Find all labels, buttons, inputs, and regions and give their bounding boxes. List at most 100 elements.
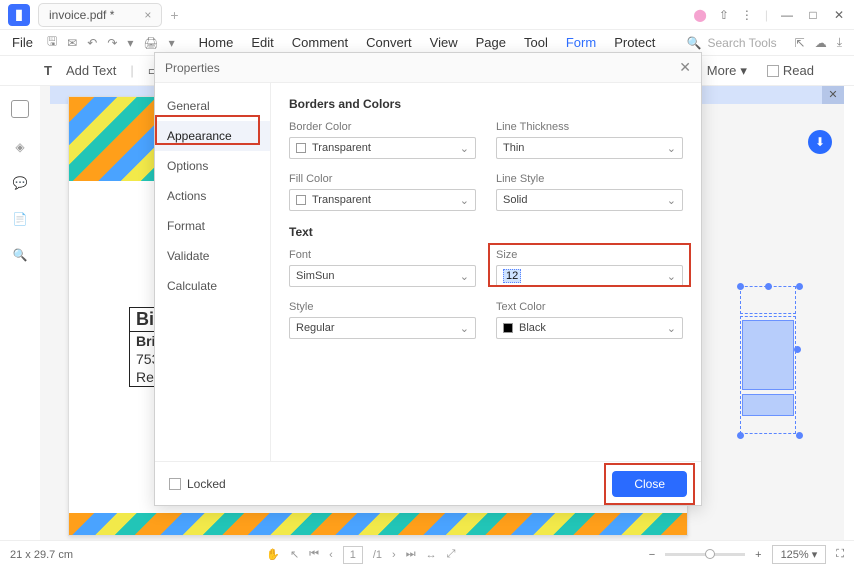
border-color-dropdown[interactable]: Transparent [289,137,476,159]
menu-convert[interactable]: Convert [366,35,412,50]
page-number-input[interactable]: 1 [343,546,363,564]
side-validate[interactable]: Validate [155,241,270,271]
add-text-button[interactable]: Add Text [66,63,116,78]
fill-color-dropdown[interactable]: Transparent [289,189,476,211]
download-badge[interactable]: ⬇ [808,130,832,154]
swatch-icon [503,323,513,333]
zoom-out-icon[interactable]: − [649,549,655,561]
menu-bar: Home Edit Comment Convert View Page Tool… [199,35,656,50]
line-style-dropdown[interactable]: Solid [496,189,683,211]
text-color-label: Text Color [496,301,683,313]
chevron-down-icon: ▾ [740,63,747,79]
menu-view[interactable]: View [430,35,458,50]
fullscreen-icon[interactable]: ⛶ [836,548,844,561]
font-dropdown[interactable]: SimSun [289,265,476,287]
side-format[interactable]: Format [155,211,270,241]
divider: | [765,8,768,22]
read-checkbox[interactable]: Read [767,63,814,78]
menu-form[interactable]: Form [566,35,596,50]
fit-page-icon[interactable]: ⤢ [447,548,456,561]
checkbox-icon [169,478,181,490]
line-style-label: Line Style [496,173,683,185]
zoom-value[interactable]: 125% ▾ [772,545,827,564]
size-dropdown[interactable]: 12 [496,265,683,287]
new-tab-button[interactable]: + [170,7,178,23]
download-icon[interactable]: ⤓ [837,35,842,50]
checkbox-icon [767,65,779,77]
cloud-icon[interactable]: ⬤ [693,8,706,22]
app-icon: ▮ [8,4,30,26]
menu-tool[interactable]: Tool [524,35,548,50]
share-icon[interactable]: ⇧ [719,8,729,22]
first-page-icon[interactable]: ⏮ [309,548,319,561]
comments-icon[interactable]: 💬 [13,176,28,190]
properties-dialog: Properties ✕ General Appearance Options … [154,52,702,506]
bookmarks-icon[interactable]: ◈ [15,140,24,154]
page-total: /1 [373,549,382,561]
status-bar: 21 x 29.7 cm ✋ ↖ ⏮ ‹ 1 /1 › ⏭ ↔ ⤢ − + 12… [0,540,854,568]
line-thickness-label: Line Thickness [496,121,683,133]
info-band-close[interactable]: ✕ [822,86,844,104]
section-text: Text [289,225,683,239]
left-rail: ◈ 💬 📄 🔍 [0,100,40,262]
select-tool-icon[interactable]: ↖ [290,548,299,561]
mail-icon[interactable]: ✉ [67,36,77,50]
more-dropdown-icon[interactable]: ▾ [127,36,133,50]
divider: | [130,63,133,78]
document-tab[interactable]: invoice.pdf * × [38,3,162,27]
menu-page[interactable]: Page [476,35,506,50]
next-page-icon[interactable]: › [392,549,396,561]
zoom-thumb[interactable] [705,549,715,559]
save-icon[interactable]: 🖫 [47,32,57,53]
print-dropdown-icon[interactable]: ▾ [169,36,175,50]
fit-width-icon[interactable]: ↔ [426,549,437,561]
text-tool-icon[interactable]: T [44,63,52,78]
external-icon[interactable]: ⇱ [795,36,805,50]
kebab-menu-icon[interactable]: ⋮ [741,8,753,22]
titlebar-right: ⬤ ⇧ ⋮ | — □ ✕ [693,8,846,22]
menu-home[interactable]: Home [199,35,234,50]
last-page-icon[interactable]: ⏭ [406,548,416,561]
swatch-icon [296,143,306,153]
side-actions[interactable]: Actions [155,181,270,211]
menu-protect[interactable]: Protect [614,35,655,50]
dialog-sidebar: General Appearance Options Actions Forma… [155,83,271,461]
file-menu[interactable]: File [12,35,33,50]
close-tab-icon[interactable]: × [144,8,151,22]
menu-edit[interactable]: Edit [251,35,273,50]
zoom-in-icon[interactable]: + [755,549,761,561]
maximize-button[interactable]: □ [806,8,820,22]
search-panel-icon[interactable]: 🔍 [13,248,28,262]
print-icon[interactable]: 🖨 [143,36,158,50]
dialog-close-button[interactable]: ✕ [679,59,691,76]
text-color-dropdown[interactable]: Black [496,317,683,339]
close-button[interactable]: Close [612,471,687,497]
titlebar: ▮ invoice.pdf * × + ⬤ ⇧ ⋮ | — □ ✕ [0,0,854,30]
search-tools[interactable]: 🔍 Search Tools [687,36,777,50]
right-icons: ⇱ ☁ ⤓ [795,35,842,50]
thumbnails-icon[interactable] [11,100,29,118]
line-thickness-dropdown[interactable]: Thin [496,137,683,159]
sync-icon[interactable]: ☁ [815,36,827,50]
dialog-title: Properties [165,61,220,75]
menu-comment[interactable]: Comment [292,35,348,50]
redo-icon[interactable]: ↷ [107,36,117,50]
attachments-icon[interactable]: 📄 [13,212,28,226]
footer-graphic [69,513,687,535]
side-general[interactable]: General [155,91,270,121]
swatch-icon [296,195,306,205]
side-calculate[interactable]: Calculate [155,271,270,301]
side-appearance[interactable]: Appearance [155,121,270,151]
minimize-button[interactable]: — [780,8,794,22]
style-dropdown[interactable]: Regular [289,317,476,339]
dialog-footer: Locked Close [155,461,701,505]
undo-icon[interactable]: ↶ [87,36,97,50]
side-options[interactable]: Options [155,151,270,181]
zoom-slider[interactable] [665,553,745,556]
close-window-button[interactable]: ✕ [832,8,846,22]
page-dimensions: 21 x 29.7 cm [10,549,73,561]
more-button[interactable]: More ▾ [707,63,747,79]
hand-tool-icon[interactable]: ✋ [266,548,280,561]
prev-page-icon[interactable]: ‹ [329,549,333,561]
locked-checkbox[interactable]: Locked [169,477,226,491]
